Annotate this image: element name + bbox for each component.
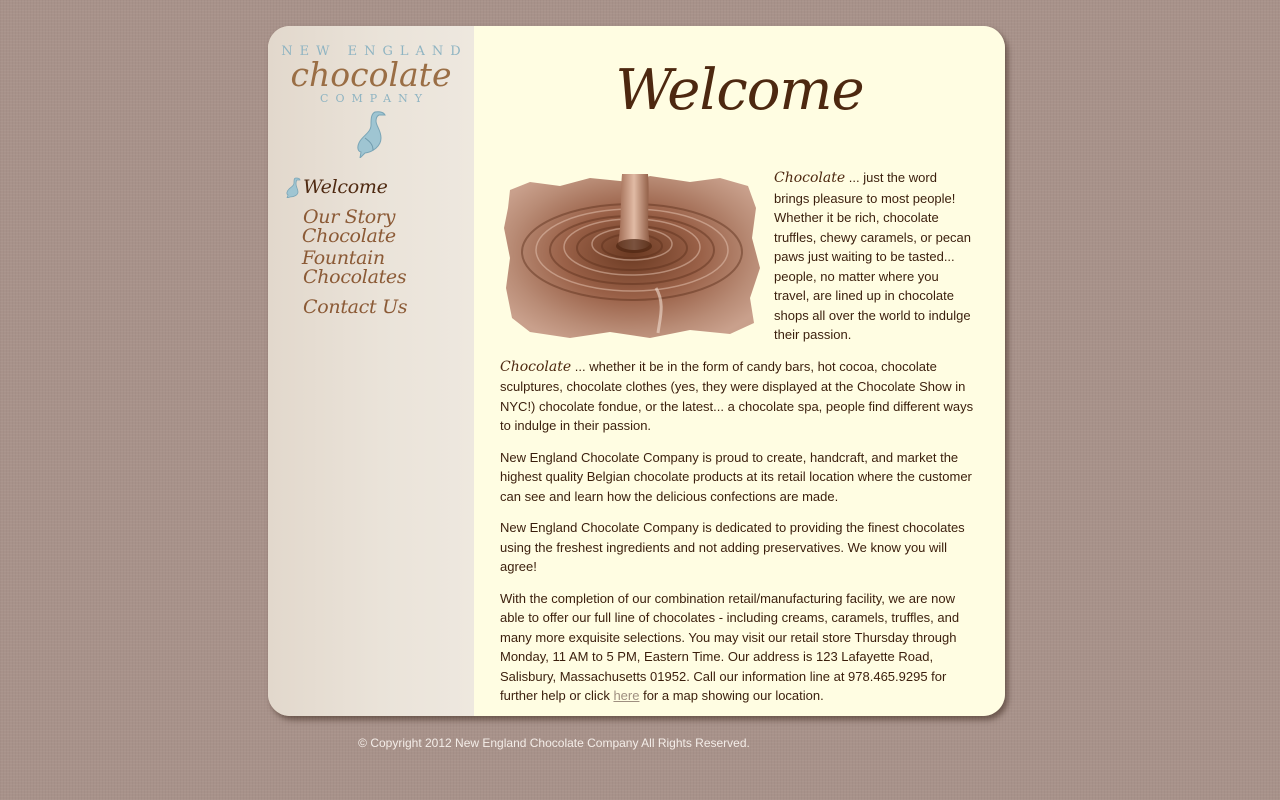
- paragraph-2-text: ... whether it be in the form of candy b…: [500, 358, 974, 434]
- logo-line-chocolate: chocolate: [290, 55, 452, 94]
- paragraph-3: New England Chocolate Company is proud t…: [500, 449, 972, 504]
- chocolate-word-2: Chocolate: [500, 358, 572, 375]
- paragraph-5: With the completion of our combination r…: [500, 589, 974, 706]
- paragraph-5-text: With the completion of our combination r…: [500, 590, 960, 704]
- page-card: NEW ENGLAND chocolate COMPANY Welcome Ou…: [268, 26, 1005, 716]
- chocolate-word-1: Chocolate: [774, 170, 846, 186]
- main-nav: Welcome Our Story Chocolate Fountain Cho…: [284, 172, 474, 322]
- main-content: Welcome Chocolate ... just the word brin…: [474, 26, 1005, 716]
- logo-line-company: COMPANY: [320, 92, 429, 105]
- chocolate-pour-image: [504, 174, 760, 338]
- paragraph-2: Chocolate ... whether it be in the form …: [500, 357, 974, 436]
- paragraph-4: New England Chocolate Company is dedicat…: [500, 520, 965, 574]
- heron-icon: [357, 111, 386, 158]
- nav-item-chocolate-fountain[interactable]: Chocolate Fountain: [284, 225, 474, 269]
- sidebar: NEW ENGLAND chocolate COMPANY Welcome Ou…: [268, 26, 474, 716]
- nav-item-welcome[interactable]: Welcome: [284, 172, 474, 202]
- nav-label-welcome: Welcome: [303, 176, 388, 198]
- body-text: Chocolate ... just the word brings pleas…: [500, 168, 974, 716]
- nav-item-contact-us[interactable]: Contact Us: [284, 292, 474, 322]
- nav-label-contact-us: Contact Us: [303, 296, 408, 318]
- heron-mark-icon: [286, 177, 301, 198]
- nav-label-chocolate-fountain: Chocolate Fountain: [301, 225, 396, 269]
- page-title: Welcome: [615, 58, 864, 123]
- map-link[interactable]: here: [613, 688, 639, 703]
- nav-label-chocolates: Chocolates: [303, 266, 407, 288]
- paragraph-5-tail: for a map showing our location.: [639, 688, 824, 703]
- footer-copyright: © Copyright 2012 New England Chocolate C…: [358, 736, 750, 750]
- company-logo[interactable]: NEW ENGLAND chocolate COMPANY: [268, 44, 474, 184]
- paragraph-1-text: ... just the word brings pleasure to mos…: [774, 170, 972, 342]
